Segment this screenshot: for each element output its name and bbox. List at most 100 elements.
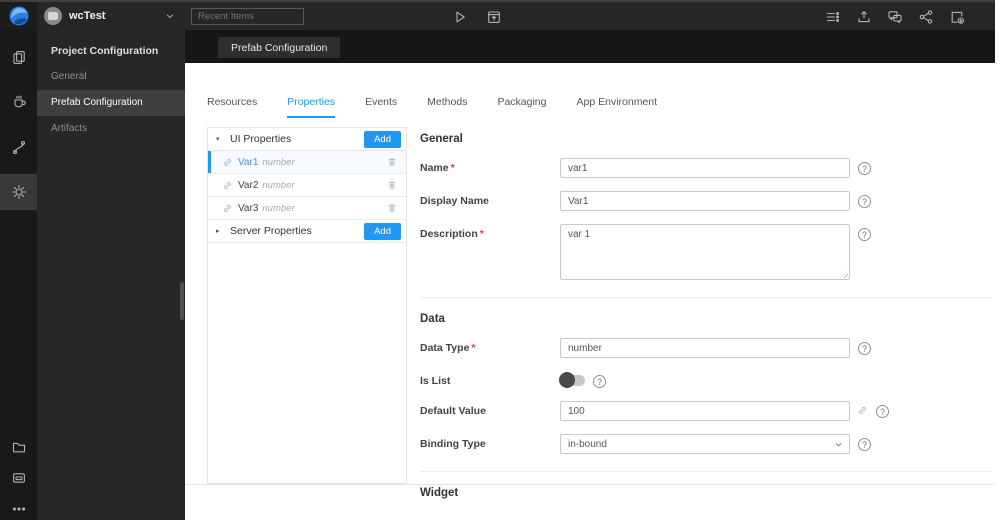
sidebar-item-prefab-configuration[interactable]: Prefab Configuration: [37, 90, 185, 116]
run-toolbar: [452, 2, 502, 32]
properties-panel: ▾ UI Properties Add Var1 number Var2 number Var…: [207, 127, 407, 484]
header-actions: [825, 2, 965, 32]
app-logo[interactable]: [0, 2, 37, 30]
help-icon[interactable]: [876, 405, 889, 418]
help-icon[interactable]: [858, 228, 871, 241]
section-title-widget: Widget: [420, 487, 459, 499]
recent-items-input[interactable]: [191, 7, 304, 25]
database-icon: [11, 470, 27, 486]
select-chevron-icon: [834, 440, 843, 449]
feedback-icon[interactable]: [887, 9, 903, 25]
rail-item-pages[interactable]: [0, 39, 37, 75]
add-property-button[interactable]: Add: [364, 130, 401, 148]
workspace-tabstrip: Prefab Configuration: [185, 30, 995, 63]
rail-item-java-services[interactable]: [0, 84, 37, 120]
help-icon[interactable]: [858, 195, 871, 208]
property-item-type: number: [262, 156, 295, 168]
sidebar-item-artifacts[interactable]: Artifacts: [37, 116, 185, 142]
field-label-data-type: Data Type *: [420, 342, 476, 354]
preferences-icon[interactable]: [825, 9, 841, 25]
property-group-server-properties[interactable]: ▸ Server Properties Add: [208, 220, 406, 243]
field-label-binding-type: Binding Type: [420, 438, 486, 450]
property-item-var1[interactable]: Var1 number: [208, 151, 406, 174]
help-icon[interactable]: [858, 342, 871, 355]
section-title-data: Data: [420, 313, 445, 325]
field-row-is-list: Is List: [420, 371, 992, 388]
tab-packaging[interactable]: Packaging: [497, 96, 546, 118]
required-asterisk: *: [450, 162, 455, 174]
delete-property-button[interactable]: [386, 156, 398, 168]
run-icon[interactable]: [452, 9, 468, 25]
help-icon[interactable]: [593, 375, 606, 388]
section-divider: [420, 471, 992, 472]
sidebar-scrollbar[interactable]: [180, 282, 184, 320]
property-item-name: Var3: [238, 202, 259, 214]
selected-indicator: [208, 174, 211, 196]
config-sidebar: Project Configuration General Prefab Conf…: [37, 30, 185, 520]
wavemaker-logo-icon: [9, 6, 28, 26]
toggle-knob: [559, 372, 575, 388]
trash-icon: [386, 179, 398, 191]
property-group-ui-properties[interactable]: ▾ UI Properties Add: [208, 128, 406, 151]
project-avatar: [44, 7, 62, 25]
link-icon[interactable]: [857, 405, 868, 416]
settings-icon: [11, 184, 27, 200]
property-item-var2[interactable]: Var2 number: [208, 174, 406, 197]
field-row-data-type: Data Type *: [420, 338, 992, 358]
required-asterisk: *: [471, 342, 476, 354]
expand-caret-icon[interactable]: ▸: [216, 227, 224, 235]
apis-icon: [11, 139, 27, 155]
project-switcher[interactable]: wcTest: [37, 2, 185, 30]
tab-resources[interactable]: Resources: [207, 96, 257, 118]
section-title-general: General: [420, 133, 463, 145]
link-icon: [222, 180, 233, 191]
rail-item-apis[interactable]: [0, 129, 37, 165]
data-type-input[interactable]: [560, 338, 850, 358]
tab-properties[interactable]: Properties: [287, 96, 336, 118]
display-name-input[interactable]: [560, 191, 850, 211]
description-textarea[interactable]: var 1: [560, 224, 850, 280]
binding-type-select[interactable]: in-bound: [560, 434, 850, 454]
property-group-label: UI Properties: [230, 133, 292, 145]
binding-type-selected-value: in-bound: [568, 438, 607, 450]
field-label-name: Name *: [420, 162, 455, 174]
export-icon[interactable]: [949, 9, 965, 25]
default-value-input[interactable]: [560, 401, 850, 421]
field-label-is-list: Is List: [420, 375, 451, 387]
help-icon[interactable]: [858, 438, 871, 451]
field-row-default-value: Default Value: [420, 401, 992, 421]
selected-indicator: [208, 151, 211, 173]
collapse-caret-icon[interactable]: ▾: [216, 135, 224, 143]
property-item-var3[interactable]: Var3 number: [208, 197, 406, 220]
deploy-icon[interactable]: [486, 9, 502, 25]
section-divider: [420, 297, 992, 298]
delete-property-button[interactable]: [386, 202, 398, 214]
publish-icon[interactable]: [856, 9, 872, 25]
delete-property-button[interactable]: [386, 179, 398, 191]
share-icon[interactable]: [918, 9, 934, 25]
field-label-default-value: Default Value: [420, 405, 486, 417]
tab-app-environment[interactable]: App Environment: [577, 96, 658, 118]
help-icon[interactable]: [858, 162, 871, 175]
rail-item-more[interactable]: [0, 491, 37, 527]
sidebar-item-general[interactable]: General: [37, 64, 185, 90]
required-asterisk: *: [479, 228, 484, 240]
selected-indicator: [208, 197, 211, 219]
config-tabs: Resources Properties Events Methods Packagin…: [207, 96, 657, 118]
trash-icon: [386, 156, 398, 168]
more-icon: [11, 501, 27, 517]
add-property-button[interactable]: Add: [364, 222, 401, 240]
link-icon: [222, 157, 233, 168]
tab-events[interactable]: Events: [365, 96, 397, 118]
java-services-icon: [11, 94, 27, 110]
field-row-binding-type: Binding Type in-bound: [420, 434, 992, 454]
is-list-toggle[interactable]: [559, 372, 585, 388]
rail-item-settings[interactable]: [0, 174, 37, 210]
name-input[interactable]: [560, 158, 850, 178]
tab-methods[interactable]: Methods: [427, 96, 467, 118]
chevron-down-icon[interactable]: [165, 11, 175, 21]
description-textarea-wrap: var 1: [560, 224, 850, 280]
file-explorer-icon: [11, 439, 27, 455]
workspace-tab-prefab-configuration[interactable]: Prefab Configuration: [218, 37, 341, 58]
property-group-label: Server Properties: [230, 225, 312, 237]
